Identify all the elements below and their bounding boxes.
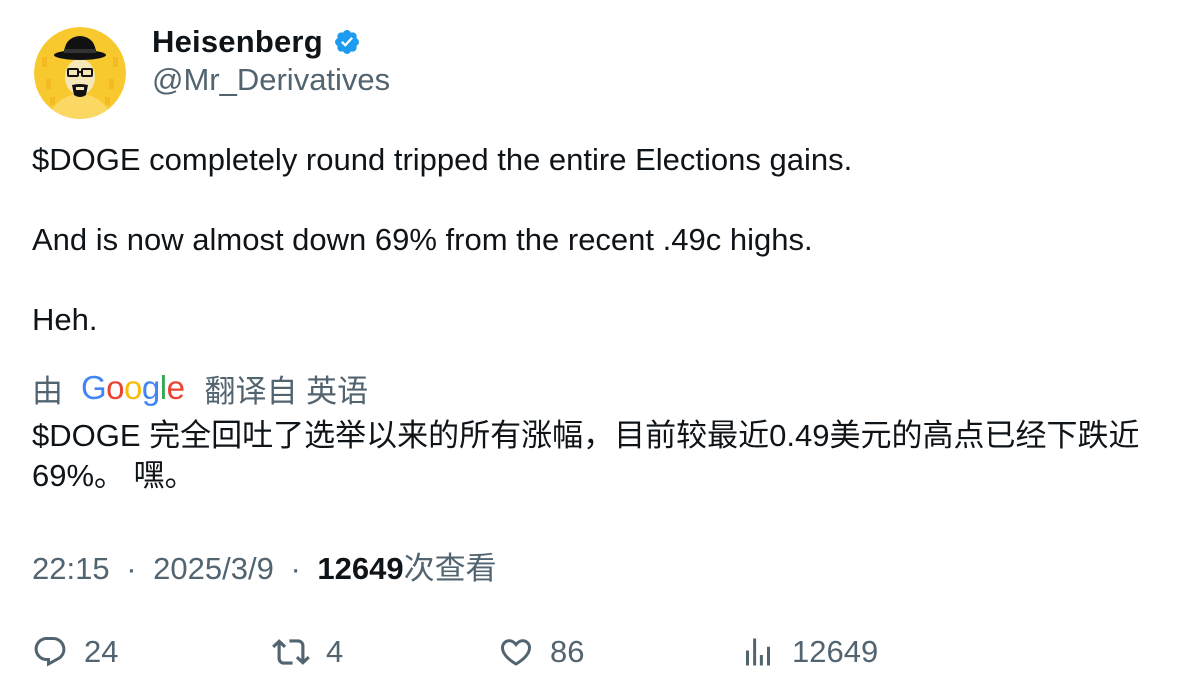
tweet-paragraph: $DOGE completely round tripped the entir…	[32, 142, 853, 177]
meta-separator: ·	[290, 551, 301, 586]
tweet-paragraph: And is now almost down 69% from the rece…	[32, 222, 813, 257]
tweet-time[interactable]: 22:15	[32, 551, 110, 586]
views-action-count: 12649	[792, 634, 879, 669]
translation-suffix: 翻译自 英语	[204, 373, 369, 409]
author-handle[interactable]: @Mr_Derivatives	[152, 62, 390, 98]
action-bar: 24 4 86 12649	[0, 628, 1196, 676]
views-count: 12649	[317, 551, 404, 586]
retweet-icon	[272, 639, 310, 665]
retweet-button[interactable]: 4	[272, 628, 343, 676]
heart-icon	[500, 639, 532, 666]
google-logo-icon: Google	[81, 369, 185, 406]
author-display-name[interactable]: Heisenberg	[152, 24, 323, 60]
author-name-row[interactable]: Heisenberg	[152, 22, 361, 62]
retweet-count: 4	[326, 634, 344, 669]
translated-text: $DOGE 完全回吐了选举以来的所有涨幅，目前较最近0.49美元的高点已经下跌近…	[32, 418, 1140, 493]
verified-badge-icon[interactable]	[333, 28, 361, 56]
tweet-meta: 22:15 · 2025/3/9 · 12649次查看	[32, 543, 497, 588]
views-button[interactable]: 12649	[740, 628, 878, 676]
reply-icon	[34, 637, 66, 667]
views-label: 次查看	[403, 551, 497, 586]
reply-button[interactable]: 24	[32, 628, 118, 676]
like-button[interactable]: 86	[498, 628, 584, 676]
heisenberg-avatar-icon	[34, 27, 126, 119]
reply-count: 24	[84, 634, 119, 669]
tweet-body: $DOGE completely round tripped the entir…	[32, 140, 1172, 380]
meta-separator: ·	[126, 551, 137, 586]
translation-attribution[interactable]: 由 Google 翻译自 英语	[32, 366, 368, 410]
like-count: 86	[550, 634, 585, 669]
tweet-paragraph: Heh.	[32, 302, 98, 337]
avatar[interactable]	[34, 27, 126, 119]
translation-prefix: 由	[32, 373, 63, 409]
analytics-icon	[746, 638, 770, 666]
tweet-date[interactable]: 2025/3/9	[153, 551, 274, 586]
